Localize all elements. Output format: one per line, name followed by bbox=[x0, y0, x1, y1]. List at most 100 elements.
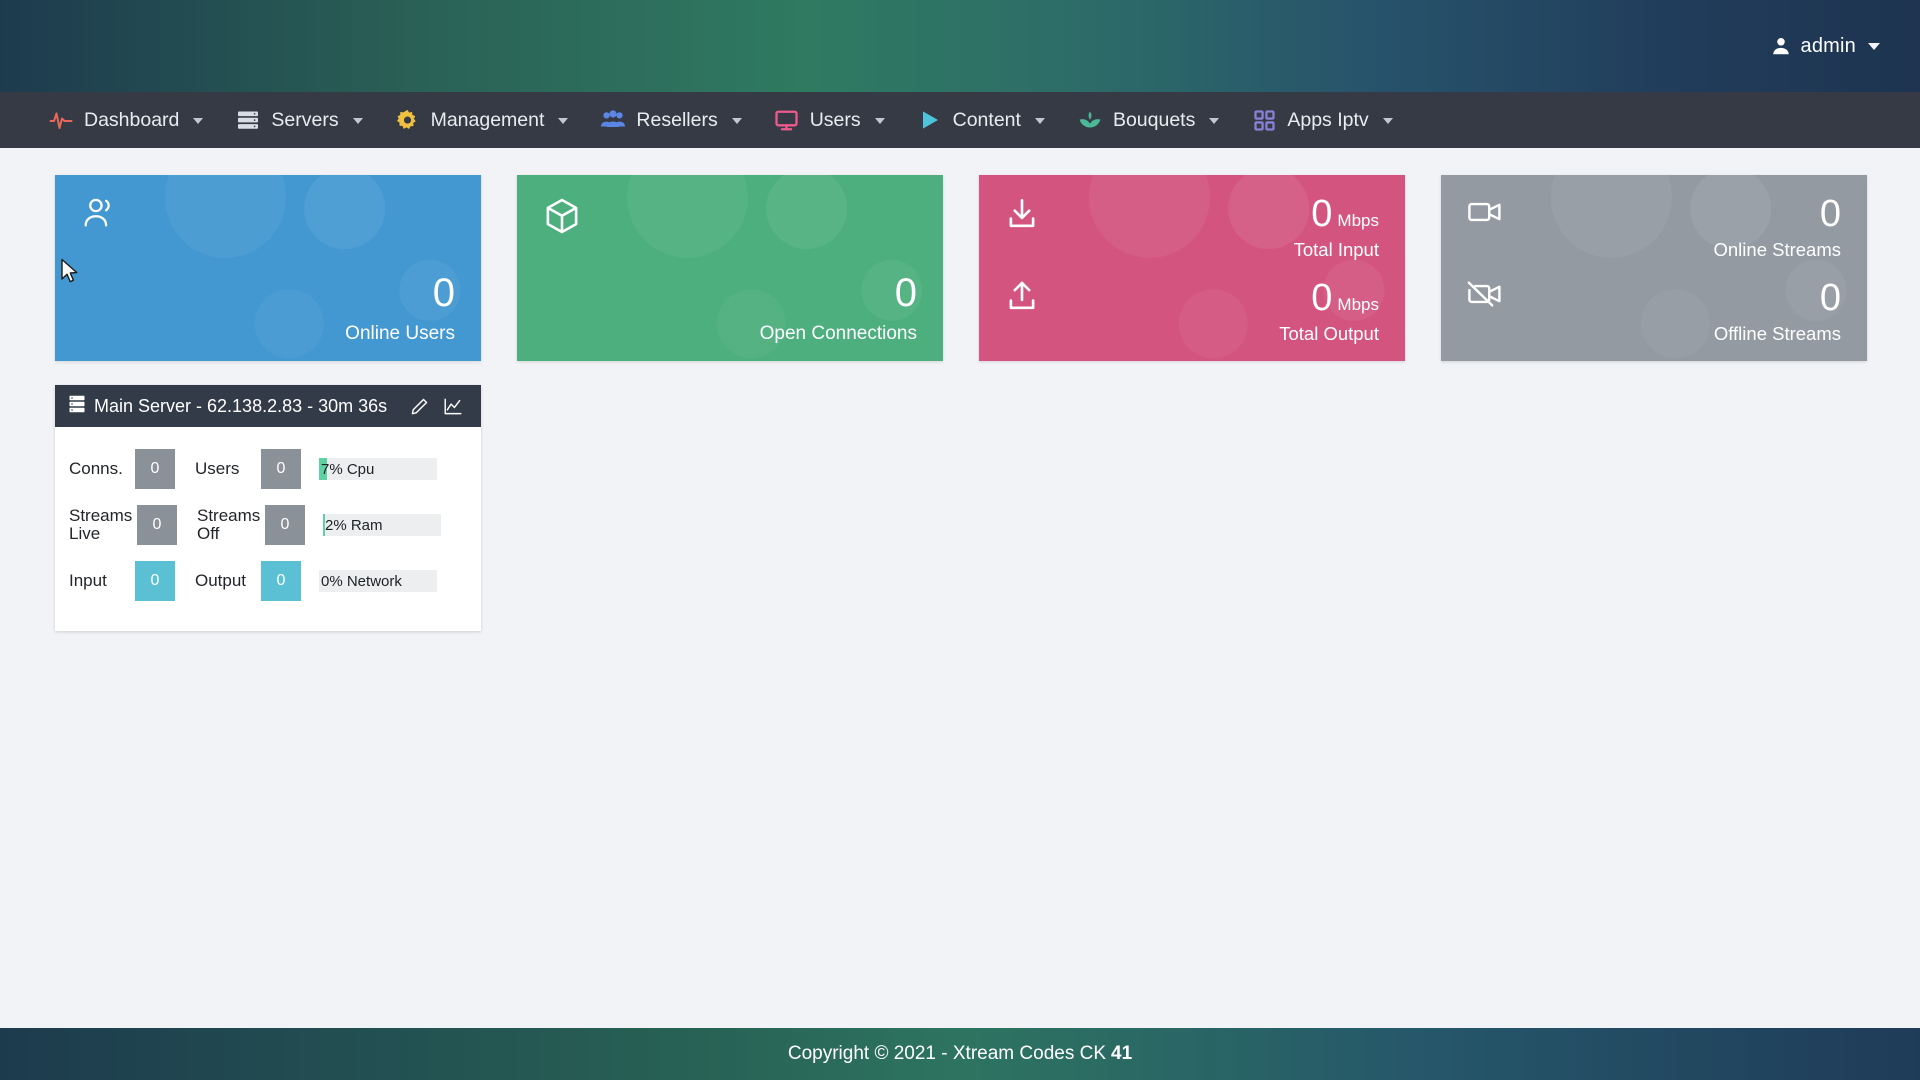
chevron-down-icon bbox=[558, 118, 569, 124]
server-stat-label-input: Input bbox=[69, 571, 107, 591]
online-streams-value: 0 bbox=[1819, 193, 1841, 235]
chevron-down-icon bbox=[1382, 118, 1393, 124]
line-chart-icon[interactable] bbox=[443, 397, 463, 416]
nav-item-bouquets[interactable]: Bouquets bbox=[1077, 92, 1220, 148]
nav-label-dashboard: Dashboard bbox=[84, 108, 180, 131]
offline-streams-value: 0 bbox=[1819, 277, 1841, 319]
server-panel: Main Server - 62.138.2.83 - 30m 36s Conn… bbox=[55, 385, 481, 631]
pencil-icon[interactable] bbox=[410, 397, 429, 416]
nav-label-resellers: Resellers bbox=[636, 108, 718, 131]
server-stat-conns: Conns. 0 bbox=[69, 449, 175, 489]
open-connections-values: 0 Open Connections bbox=[543, 195, 917, 345]
open-connections-value: 0 bbox=[894, 271, 917, 315]
main-content: 0 Online Users 0 Open Connections 0 Mbps… bbox=[0, 148, 1920, 1028]
lotus-icon bbox=[1077, 107, 1103, 133]
nav-label-content: Content bbox=[952, 108, 1021, 131]
offline-streams-label: Offline Streams bbox=[1713, 323, 1841, 344]
server-stat-output: Output 0 bbox=[195, 561, 301, 601]
streams-values: 0 Online Streams 0 Offline Streams bbox=[1467, 195, 1842, 345]
chevron-down-icon bbox=[1868, 42, 1880, 50]
server-stat-value-input: 0 bbox=[135, 561, 175, 601]
server-stat-label-streams-live: Streams Live bbox=[69, 506, 133, 543]
total-input-block: 0 Mbps Total Input bbox=[1294, 195, 1379, 261]
nav-item-servers[interactable]: Servers bbox=[235, 92, 363, 148]
top-header-bar: admin bbox=[0, 0, 1920, 92]
monitor-icon bbox=[774, 107, 800, 133]
nav-label-users: Users bbox=[809, 108, 861, 131]
nav-item-content[interactable]: Content bbox=[917, 92, 1045, 148]
chevron-down-icon bbox=[874, 118, 885, 124]
server-stat-value-output: 0 bbox=[261, 561, 301, 601]
server-stat-label-users: Users bbox=[195, 459, 240, 479]
server-stat-value-users: 0 bbox=[261, 449, 301, 489]
nav-label-servers: Servers bbox=[271, 108, 339, 131]
gear-icon bbox=[395, 107, 421, 133]
server-panel-header: Main Server - 62.138.2.83 - 30m 36s bbox=[55, 385, 481, 427]
chevron-down-icon bbox=[731, 118, 742, 124]
stat-card-throughput[interactable]: 0 Mbps Total Input 0 Mbps Total Output bbox=[979, 175, 1405, 361]
server-stat-label-output: Output bbox=[195, 571, 247, 591]
server-stat-streams-off: Streams Off 0 bbox=[197, 505, 305, 545]
play-icon bbox=[917, 107, 943, 133]
stat-cards-row: 0 Online Users 0 Open Connections 0 Mbps… bbox=[0, 148, 1920, 361]
total-output-label: Total Output bbox=[1279, 323, 1379, 344]
total-input-value: 0 bbox=[1311, 193, 1333, 235]
online-users-values: 0 Online Users bbox=[81, 195, 455, 345]
cpu-meter-label: 7% Cpu bbox=[321, 460, 375, 478]
server-stats-row-1: Conns. 0 Users 0 7% Cpu bbox=[69, 449, 467, 489]
server-stat-streams-live: Streams Live 0 bbox=[69, 505, 177, 545]
nav-item-management[interactable]: Management bbox=[395, 92, 569, 148]
nav-item-resellers[interactable]: Resellers bbox=[600, 92, 742, 148]
server-stats-row-2: Streams Live 0 Streams Off 0 2% Ram bbox=[69, 505, 467, 545]
offline-streams-block: 0 Offline Streams bbox=[1714, 279, 1841, 345]
throughput-values: 0 Mbps Total Input 0 Mbps Total Output bbox=[1005, 195, 1379, 345]
network-meter-label: 0% Network bbox=[321, 572, 402, 590]
footer-version: 41 bbox=[1111, 1043, 1133, 1064]
open-connections-label: Open Connections bbox=[759, 323, 917, 344]
server-stat-users: Users 0 bbox=[195, 449, 301, 489]
nav-label-management: Management bbox=[430, 108, 545, 131]
main-navigation: Dashboard Servers Management Resellers U… bbox=[0, 92, 1920, 161]
chevron-down-icon bbox=[1209, 118, 1220, 124]
server-stat-value-streams-off: 0 bbox=[265, 505, 305, 545]
cpu-meter: 7% Cpu bbox=[319, 458, 437, 480]
nav-label-bouquets: Bouquets bbox=[1112, 108, 1196, 131]
total-output-unit: Mbps bbox=[1337, 295, 1379, 314]
user-icon bbox=[1770, 35, 1792, 57]
people-icon bbox=[600, 107, 626, 133]
nav-item-users[interactable]: Users bbox=[774, 92, 885, 148]
online-streams-block: 0 Online Streams bbox=[1714, 195, 1842, 261]
stat-card-open-connections[interactable]: 0 Open Connections bbox=[517, 175, 943, 361]
server-stat-value-conns: 0 bbox=[135, 449, 175, 489]
grid-squares-icon bbox=[1251, 107, 1277, 133]
chevron-down-icon bbox=[1034, 118, 1045, 124]
chevron-down-icon bbox=[193, 118, 204, 124]
stat-card-streams[interactable]: 0 Online Streams 0 Offline Streams bbox=[1441, 175, 1867, 361]
admin-user-menu[interactable]: admin bbox=[1770, 35, 1880, 58]
server-stat-label-conns: Conns. bbox=[69, 459, 123, 479]
server-stat-value-streams-live: 0 bbox=[137, 505, 177, 545]
server-rack-icon bbox=[235, 107, 261, 133]
server-rack-icon bbox=[69, 395, 85, 418]
server-stat-input: Input 0 bbox=[69, 561, 175, 601]
online-users-value: 0 bbox=[432, 271, 455, 315]
nav-item-apps-iptv[interactable]: Apps Iptv bbox=[1251, 92, 1393, 148]
ram-meter-label: 2% Ram bbox=[325, 516, 383, 534]
nav-item-dashboard[interactable]: Dashboard bbox=[48, 92, 204, 161]
total-input-unit: Mbps bbox=[1337, 211, 1379, 230]
total-output-value: 0 bbox=[1311, 277, 1333, 319]
server-panel-actions bbox=[410, 397, 467, 416]
server-stats-row-3: Input 0 Output 0 0% Network bbox=[69, 561, 467, 601]
total-output-block: 0 Mbps Total Output bbox=[1279, 279, 1379, 345]
online-users-label: Online Users bbox=[345, 323, 455, 344]
server-panel-body: Conns. 0 Users 0 7% Cpu Streams Live 0 S… bbox=[55, 427, 481, 631]
online-streams-label: Online Streams bbox=[1713, 239, 1842, 260]
admin-username: admin bbox=[1800, 34, 1856, 57]
stat-card-online-users[interactable]: 0 Online Users bbox=[55, 175, 481, 361]
pulse-icon bbox=[48, 107, 74, 133]
ram-meter: 2% Ram bbox=[323, 514, 441, 536]
server-panel-title: Main Server - 62.138.2.83 - 30m 36s bbox=[94, 395, 388, 416]
network-meter: 0% Network bbox=[319, 570, 437, 592]
footer-copyright: Copyright © 2021 - Xtream Codes CK bbox=[787, 1043, 1106, 1064]
total-input-label: Total Input bbox=[1293, 239, 1379, 260]
